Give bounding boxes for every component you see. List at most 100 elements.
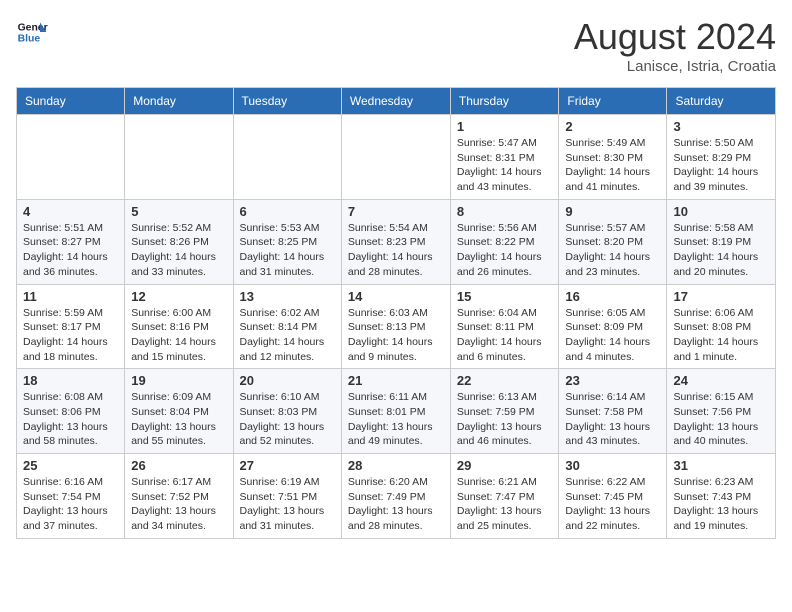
day-info: Sunrise: 5:47 AM Sunset: 8:31 PM Dayligh…: [457, 136, 553, 195]
week-row-2: 4 Sunrise: 5:51 AM Sunset: 8:27 PM Daylig…: [17, 199, 776, 284]
calendar-cell: 11Sunrise: 5:59 AM Sunset: 8:17 PM Dayli…: [17, 284, 125, 369]
day-info: Sunrise: 6:21 AM Sunset: 7:47 PM Dayligh…: [457, 475, 553, 534]
day-number: 14: [348, 289, 444, 304]
calendar-cell: 22 Sunrise: 6:13 AM Sunset: 7:59 PM Dayli…: [450, 369, 559, 454]
day-info: Sunrise: 6:06 AM Sunset: 8:08 PM Dayligh…: [673, 306, 769, 365]
day-number: 20: [240, 373, 335, 388]
day-number: 28: [348, 458, 444, 473]
week-row-3: 11Sunrise: 5:59 AM Sunset: 8:17 PM Dayli…: [17, 284, 776, 369]
dow-header-monday: Monday: [125, 88, 233, 115]
day-number: 18: [23, 373, 118, 388]
day-number: 6: [240, 204, 335, 219]
calendar-cell: 2 Sunrise: 5:49 AM Sunset: 8:30 PM Daylig…: [559, 115, 667, 200]
day-number: 30: [565, 458, 660, 473]
calendar-cell: 8Sunrise: 5:56 AM Sunset: 8:22 PM Daylig…: [450, 199, 559, 284]
calendar-cell: 6 Sunrise: 5:53 AM Sunset: 8:25 PM Daylig…: [233, 199, 341, 284]
calendar-cell: 30 Sunrise: 6:22 AM Sunset: 7:45 PM Dayli…: [559, 454, 667, 539]
day-info: Sunrise: 5:54 AM Sunset: 8:23 PM Dayligh…: [348, 221, 444, 280]
day-number: 7: [348, 204, 444, 219]
calendar-cell: 13 Sunrise: 6:02 AM Sunset: 8:14 PM Dayli…: [233, 284, 341, 369]
day-number: 29: [457, 458, 553, 473]
day-info: Sunrise: 5:53 AM Sunset: 8:25 PM Dayligh…: [240, 221, 335, 280]
calendar-cell: 17 Sunrise: 6:06 AM Sunset: 8:08 PM Dayli…: [667, 284, 776, 369]
calendar-cell: 27Sunrise: 6:19 AM Sunset: 7:51 PM Dayli…: [233, 454, 341, 539]
day-info: Sunrise: 6:13 AM Sunset: 7:59 PM Dayligh…: [457, 390, 553, 449]
day-info: Sunrise: 6:08 AM Sunset: 8:06 PM Dayligh…: [23, 390, 118, 449]
day-number: 22: [457, 373, 553, 388]
day-info: Sunrise: 5:51 AM Sunset: 8:27 PM Dayligh…: [23, 221, 118, 280]
calendar-cell: 19 Sunrise: 6:09 AM Sunset: 8:04 PM Dayli…: [125, 369, 233, 454]
day-info: Sunrise: 5:56 AM Sunset: 8:22 PM Dayligh…: [457, 221, 553, 280]
day-info: Sunrise: 6:17 AM Sunset: 7:52 PM Dayligh…: [131, 475, 226, 534]
dow-header-thursday: Thursday: [450, 88, 559, 115]
day-number: 4: [23, 204, 118, 219]
day-number: 17: [673, 289, 769, 304]
day-number: 26: [131, 458, 226, 473]
calendar-cell: 29 Sunrise: 6:21 AM Sunset: 7:47 PM Dayli…: [450, 454, 559, 539]
calendar-cell: 10 Sunrise: 5:58 AM Sunset: 8:19 PM Dayli…: [667, 199, 776, 284]
logo-icon: General Blue: [16, 16, 48, 48]
day-info: Sunrise: 5:52 AM Sunset: 8:26 PM Dayligh…: [131, 221, 226, 280]
day-number: 21: [348, 373, 444, 388]
calendar-cell: [233, 115, 341, 200]
day-number: 9: [565, 204, 660, 219]
calendar-cell: 28 Sunrise: 6:20 AM Sunset: 7:49 PM Dayli…: [341, 454, 450, 539]
days-of-week-row: SundayMondayTuesdayWednesdayThursdayFrid…: [17, 88, 776, 115]
calendar-cell: 21Sunrise: 6:11 AM Sunset: 8:01 PM Dayli…: [341, 369, 450, 454]
day-info: Sunrise: 6:02 AM Sunset: 8:14 PM Dayligh…: [240, 306, 335, 365]
calendar-cell: 7 Sunrise: 5:54 AM Sunset: 8:23 PM Daylig…: [341, 199, 450, 284]
calendar-cell: [125, 115, 233, 200]
day-info: Sunrise: 6:14 AM Sunset: 7:58 PM Dayligh…: [565, 390, 660, 449]
day-number: 24: [673, 373, 769, 388]
day-info: Sunrise: 6:05 AM Sunset: 8:09 PM Dayligh…: [565, 306, 660, 365]
week-row-1: 1 Sunrise: 5:47 AM Sunset: 8:31 PM Daylig…: [17, 115, 776, 200]
day-number: 25: [23, 458, 118, 473]
day-number: 5: [131, 204, 226, 219]
day-number: 10: [673, 204, 769, 219]
dow-header-wednesday: Wednesday: [341, 88, 450, 115]
calendar-cell: 5 Sunrise: 5:52 AM Sunset: 8:26 PM Daylig…: [125, 199, 233, 284]
day-info: Sunrise: 6:09 AM Sunset: 8:04 PM Dayligh…: [131, 390, 226, 449]
calendar-cell: 1 Sunrise: 5:47 AM Sunset: 8:31 PM Daylig…: [450, 115, 559, 200]
page-header: General Blue August 2024 Lanisce, Istria…: [16, 16, 776, 75]
day-number: 31: [673, 458, 769, 473]
day-info: Sunrise: 6:16 AM Sunset: 7:54 PM Dayligh…: [23, 475, 118, 534]
calendar-cell: 12Sunrise: 6:00 AM Sunset: 8:16 PM Dayli…: [125, 284, 233, 369]
day-info: Sunrise: 6:10 AM Sunset: 8:03 PM Dayligh…: [240, 390, 335, 449]
day-number: 1: [457, 119, 553, 134]
dow-header-friday: Friday: [559, 88, 667, 115]
calendar-cell: 4 Sunrise: 5:51 AM Sunset: 8:27 PM Daylig…: [17, 199, 125, 284]
calendar-cell: 3Sunrise: 5:50 AM Sunset: 8:29 PM Daylig…: [667, 115, 776, 200]
month-title: August 2024: [574, 16, 776, 58]
calendar-cell: [341, 115, 450, 200]
day-number: 19: [131, 373, 226, 388]
day-info: Sunrise: 6:22 AM Sunset: 7:45 PM Dayligh…: [565, 475, 660, 534]
day-number: 2: [565, 119, 660, 134]
calendar-cell: 24 Sunrise: 6:15 AM Sunset: 7:56 PM Dayli…: [667, 369, 776, 454]
calendar-cell: 15Sunrise: 6:04 AM Sunset: 8:11 PM Dayli…: [450, 284, 559, 369]
title-area: August 2024 Lanisce, Istria, Croatia: [574, 16, 776, 75]
calendar-cell: 16 Sunrise: 6:05 AM Sunset: 8:09 PM Dayli…: [559, 284, 667, 369]
calendar-cell: [17, 115, 125, 200]
calendar-cell: 23Sunrise: 6:14 AM Sunset: 7:58 PM Dayli…: [559, 369, 667, 454]
calendar-cell: 25 Sunrise: 6:16 AM Sunset: 7:54 PM Dayli…: [17, 454, 125, 539]
dow-header-sunday: Sunday: [17, 88, 125, 115]
calendar-cell: 31 Sunrise: 6:23 AM Sunset: 7:43 PM Dayli…: [667, 454, 776, 539]
day-number: 16: [565, 289, 660, 304]
dow-header-saturday: Saturday: [667, 88, 776, 115]
day-number: 13: [240, 289, 335, 304]
calendar-cell: 9Sunrise: 5:57 AM Sunset: 8:20 PM Daylig…: [559, 199, 667, 284]
day-number: 11: [23, 289, 118, 304]
calendar-cell: 18 Sunrise: 6:08 AM Sunset: 8:06 PM Dayli…: [17, 369, 125, 454]
week-row-4: 18 Sunrise: 6:08 AM Sunset: 8:06 PM Dayli…: [17, 369, 776, 454]
day-info: Sunrise: 5:49 AM Sunset: 8:30 PM Dayligh…: [565, 136, 660, 195]
day-info: Sunrise: 6:15 AM Sunset: 7:56 PM Dayligh…: [673, 390, 769, 449]
day-info: Sunrise: 6:23 AM Sunset: 7:43 PM Dayligh…: [673, 475, 769, 534]
day-info: Sunrise: 6:20 AM Sunset: 7:49 PM Dayligh…: [348, 475, 444, 534]
day-info: Sunrise: 6:00 AM Sunset: 8:16 PM Dayligh…: [131, 306, 226, 365]
day-info: Sunrise: 5:58 AM Sunset: 8:19 PM Dayligh…: [673, 221, 769, 280]
day-number: 3: [673, 119, 769, 134]
calendar-body: 1 Sunrise: 5:47 AM Sunset: 8:31 PM Daylig…: [17, 115, 776, 539]
day-number: 15: [457, 289, 553, 304]
calendar-table: SundayMondayTuesdayWednesdayThursdayFrid…: [16, 87, 776, 539]
